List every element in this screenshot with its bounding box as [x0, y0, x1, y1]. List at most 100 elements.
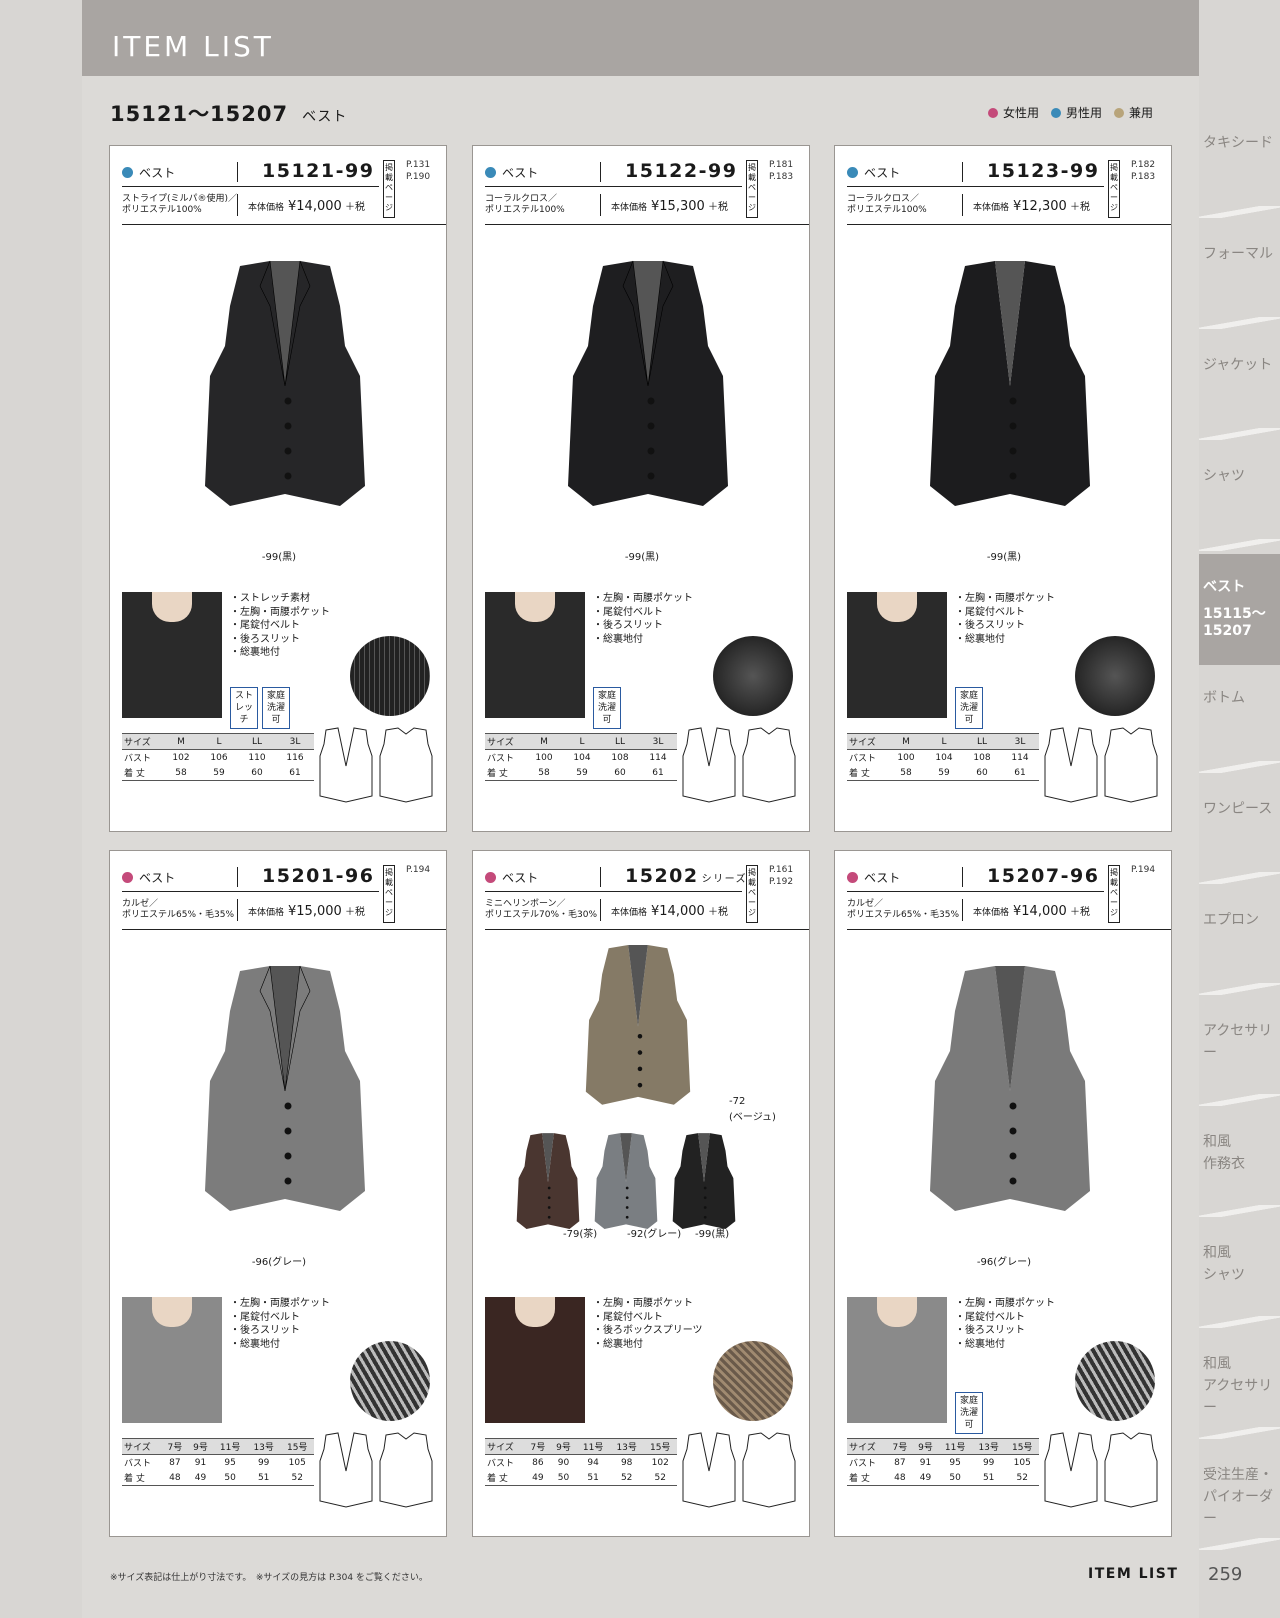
product-code-text: 15202 — [625, 865, 699, 887]
legend-dot — [988, 107, 998, 118]
sidebar-tab[interactable]: 和風 シャツ — [1199, 1220, 1280, 1331]
size-table: サイズ 7号 9号 11号 13号 15号 バスト 86 90 94 98 102 着 丈 49 50 51 5… — [485, 1438, 677, 1486]
size-table: サイズ M L LL 3L バスト 102 106 110 116 着 丈 58 59 60 61 — [122, 733, 314, 781]
gender-dot — [122, 872, 133, 883]
color-label: -99(黒) — [624, 552, 660, 563]
sidebar-tab[interactable]: フォーマル — [1199, 221, 1280, 332]
flat-drawing — [682, 1432, 796, 1508]
tab-divider — [1199, 872, 1280, 884]
price-tax: ＋税 — [1066, 907, 1090, 918]
size-cell: 15号 — [280, 1438, 314, 1455]
tab-divider — [1199, 539, 1280, 551]
size-cell: 110 — [248, 752, 266, 763]
sidebar-tab-label: フォーマル — [1203, 246, 1273, 262]
product-card: ベスト 15121-99 掲載ページ P.131 P.190 ストライプ(ミルパ®使用)／… — [109, 145, 447, 832]
flat-drawing — [1044, 1432, 1158, 1508]
sidebar-tab[interactable]: ベスト 15115～ 15207 — [1199, 554, 1280, 665]
page-refs: P.181 P.183 — [769, 159, 793, 183]
price-value: ¥14,000 — [288, 199, 342, 214]
size-cell: LL — [963, 733, 1001, 750]
flat-drawings — [679, 1431, 801, 1511]
category-text: ベスト — [502, 166, 539, 180]
feature-item: ・総裏地付 — [593, 1338, 643, 1350]
material-line: ポリエステル100% — [485, 205, 565, 215]
size-row: 着 丈 48 49 50 51 52 — [847, 1470, 1039, 1486]
size-cell: 49 — [525, 1470, 551, 1486]
tab-divider — [1199, 1538, 1280, 1550]
product-code: 15207-96 — [987, 865, 1099, 887]
material: コーラルクロス／ ポリエステル100% — [485, 194, 565, 216]
gender-legend: 女性用 男性用 兼用 — [988, 104, 1153, 121]
care-badge: 家庭洗濯可 — [955, 687, 983, 729]
size-cell: 108 — [611, 752, 629, 763]
size-cell: サイズ — [485, 733, 525, 750]
care-badge: 家庭洗濯可 — [262, 687, 290, 729]
size-cell: バスト — [124, 1459, 152, 1469]
size-cell: 49 — [912, 1470, 939, 1486]
material: コーラルクロス／ ポリエステル100% — [847, 194, 927, 216]
category-label: ベスト — [122, 164, 175, 181]
feature-item: ・ストレッチ素材 — [230, 593, 310, 604]
gender-dot — [847, 872, 858, 883]
size-cell: 3L — [639, 733, 677, 750]
color-label: -96(グレー) — [251, 1257, 307, 1268]
material: カルゼ／ ポリエステル65%・毛35% — [122, 899, 234, 921]
sidebar-tab[interactable]: 受注生産・ パイオーダー — [1199, 1442, 1280, 1553]
price-tax: ＋税 — [1066, 202, 1090, 213]
page-ref: P.181 — [769, 160, 794, 170]
sidebar-tab[interactable]: エプロン — [1199, 887, 1280, 998]
size-cell: 58 — [162, 765, 200, 781]
sidebar-tab[interactable]: タキシード — [1199, 110, 1280, 221]
price-tax: ＋税 — [341, 907, 365, 918]
vest-photo — [205, 260, 365, 506]
size-cell: 91 — [194, 1457, 207, 1468]
product-card: ベスト 15207-96 掲載ページ P.194 カルゼ／ ポリエステル65%・毛35% 本… — [834, 850, 1172, 1537]
collar-detail — [515, 1297, 555, 1327]
tab-divider — [1199, 983, 1280, 995]
page-ref-label: 掲載ページ — [383, 160, 395, 218]
page-ref: P.183 — [769, 172, 794, 182]
size-table: サイズ 7号 9号 11号 13号 15号 バスト 87 91 95 99 105 着 丈 48 49 50 5… — [122, 1438, 314, 1486]
category-text: ベスト — [864, 166, 901, 180]
feature-list: ・ストレッチ素材 ・左胸・両腰ポケット ・尾錠付ベルト ・後ろスリット ・総裏地付 — [230, 592, 330, 660]
sidebar-tab[interactable]: 和風 作務衣 — [1199, 1109, 1280, 1220]
size-cell: 86 — [532, 1457, 544, 1468]
material-line: ポリエステル65%・毛35% — [122, 910, 235, 920]
size-row: バスト 100 104 108 114 — [485, 750, 677, 766]
product-code: 15201-96 — [262, 865, 374, 887]
size-cell: 87 — [169, 1457, 181, 1468]
fabric-swatch — [350, 1341, 430, 1421]
size-cell: 52 — [1005, 1470, 1039, 1486]
material: ストライプ(ミルパ®使用)／ ポリエステル100% — [122, 194, 237, 216]
color-label: -99(黒) — [261, 552, 297, 563]
page-header: ITEM LIST — [82, 0, 1199, 76]
sidebar-tab[interactable]: アクセサリー — [1199, 998, 1280, 1109]
size-footnote: ※サイズ表記は仕上がり寸法です。 ※サイズの見方は P.304 をご覧ください。 — [110, 1573, 428, 1583]
size-row: バスト 86 90 94 98 102 — [485, 1455, 677, 1471]
sidebar-tab-label: ワンピース — [1203, 801, 1273, 817]
page-ref: P.131 — [406, 160, 431, 170]
fabric-swatch — [1075, 636, 1155, 716]
legend-dot — [1051, 107, 1062, 118]
sidebar-tab[interactable]: ジャケット — [1199, 332, 1280, 443]
sidebar-tab[interactable]: ボトム — [1199, 665, 1280, 776]
price-label: 本体価格 — [248, 203, 285, 213]
size-cell: 106 — [210, 752, 228, 763]
feature-item: ・尾錠付ベルト — [230, 1311, 300, 1323]
size-cell: 105 — [288, 1457, 306, 1468]
vest-photo — [205, 965, 365, 1211]
page-ref: P.190 — [406, 172, 431, 182]
sidebar-tab-label: エプロン — [1203, 912, 1259, 928]
size-cell: 60 — [601, 765, 639, 781]
page-refs: P.194 — [1131, 864, 1155, 876]
size-cell: 95 — [949, 1457, 961, 1468]
size-cell: L — [200, 733, 238, 750]
price: 本体価格 ¥14,000 ＋税 — [973, 903, 1090, 919]
sidebar-tab[interactable]: シャツ — [1199, 443, 1280, 554]
sidebar-tab[interactable]: 和風 アクセサリー — [1199, 1331, 1280, 1442]
size-cell: 91 — [919, 1457, 932, 1468]
size-row: サイズ M L LL 3L — [847, 733, 1039, 750]
sidebar-tab[interactable]: ワンピース — [1199, 776, 1280, 887]
category-text: ベスト — [139, 871, 176, 885]
page-refs: P.131 P.190 — [406, 159, 430, 183]
